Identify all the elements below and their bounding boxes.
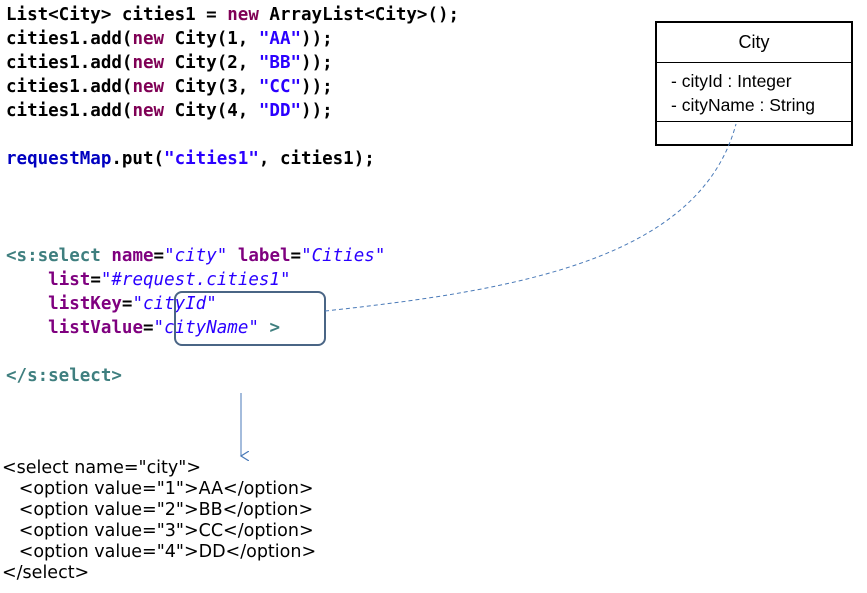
- output-line: <option value="3">CC</option>: [2, 521, 314, 541]
- uml-attribute-cityname: - cityName : String: [671, 95, 815, 115]
- attr-name: name: [111, 246, 154, 266]
- code-line-arraylist: List<City> cities1 = new ArrayList<City>…: [6, 5, 460, 25]
- code-line-add-3: cities1.add(new City(3, "CC"));: [6, 77, 333, 97]
- string-literal: "DD": [258, 101, 302, 121]
- attr-listkey: listKey: [48, 294, 122, 314]
- jsp-line-listvalue: listValue="cityName" >: [48, 318, 280, 338]
- jsp-line-list: list="#request.cities1": [48, 270, 291, 290]
- output-line: <option value="2">BB</option>: [2, 500, 314, 520]
- attr-label-value: "Cities": [301, 246, 386, 266]
- jsp-tag-close: </s:select>: [6, 366, 122, 386]
- keyword-new: new: [132, 29, 165, 49]
- attr-list: list: [48, 270, 91, 290]
- attr-name-value: "city": [164, 246, 228, 266]
- jsp-line-listkey: listKey="cityId": [48, 294, 217, 314]
- uml-class-box: City - cityId : Integer - cityName : Str…: [655, 21, 853, 146]
- keyword-new: new: [132, 77, 165, 97]
- attr-list-value: "#request.cities1": [100, 270, 291, 290]
- attr-label: label: [237, 246, 291, 266]
- string-literal: "BB": [258, 53, 302, 73]
- jsp-tag-end: >: [269, 318, 280, 338]
- string-literal: "AA": [258, 29, 302, 49]
- keyword-new: new: [132, 53, 165, 73]
- code-line-request-put: requestMap.put("cities1", cities1);: [6, 149, 375, 169]
- uml-class-name: City: [657, 23, 851, 63]
- keyword-new: new: [227, 5, 259, 25]
- output-line: <option value="1">AA</option>: [2, 479, 314, 499]
- attr-listvalue-value: "cityName": [153, 318, 259, 338]
- keyword-new: new: [132, 101, 165, 121]
- attr-listvalue: listValue: [48, 318, 143, 338]
- string-literal: "CC": [258, 77, 302, 97]
- jsp-code-block: <s:select name="city" label="Cities" lis…: [6, 244, 385, 388]
- output-line: <option value="4">DD</option>: [2, 542, 317, 562]
- code-line-add-4: cities1.add(new City(4, "DD"));: [6, 101, 333, 121]
- variable-requestmap: requestMap: [6, 149, 112, 169]
- java-code-block: List<City> cities1 = new ArrayList<City>…: [6, 3, 459, 171]
- jsp-tag-open: <s:select: [6, 246, 101, 266]
- code-line-add-1: cities1.add(new City(1, "AA"));: [6, 29, 333, 49]
- attr-listkey-value: "cityId": [132, 294, 217, 314]
- uml-attributes: - cityId : Integer - cityName : String: [657, 63, 851, 122]
- uml-attribute-cityid: - cityId : Integer: [671, 71, 792, 91]
- string-literal: "cities1": [164, 149, 259, 169]
- code-line-add-2: cities1.add(new City(2, "BB"));: [6, 53, 333, 73]
- output-line: <select name="city">: [2, 458, 201, 478]
- output-line: </select>: [2, 563, 90, 583]
- jsp-line-open-tag: <s:select name="city" label="Cities": [6, 246, 386, 266]
- html-output-block: <select name="city"> <option value="1">A…: [2, 458, 316, 584]
